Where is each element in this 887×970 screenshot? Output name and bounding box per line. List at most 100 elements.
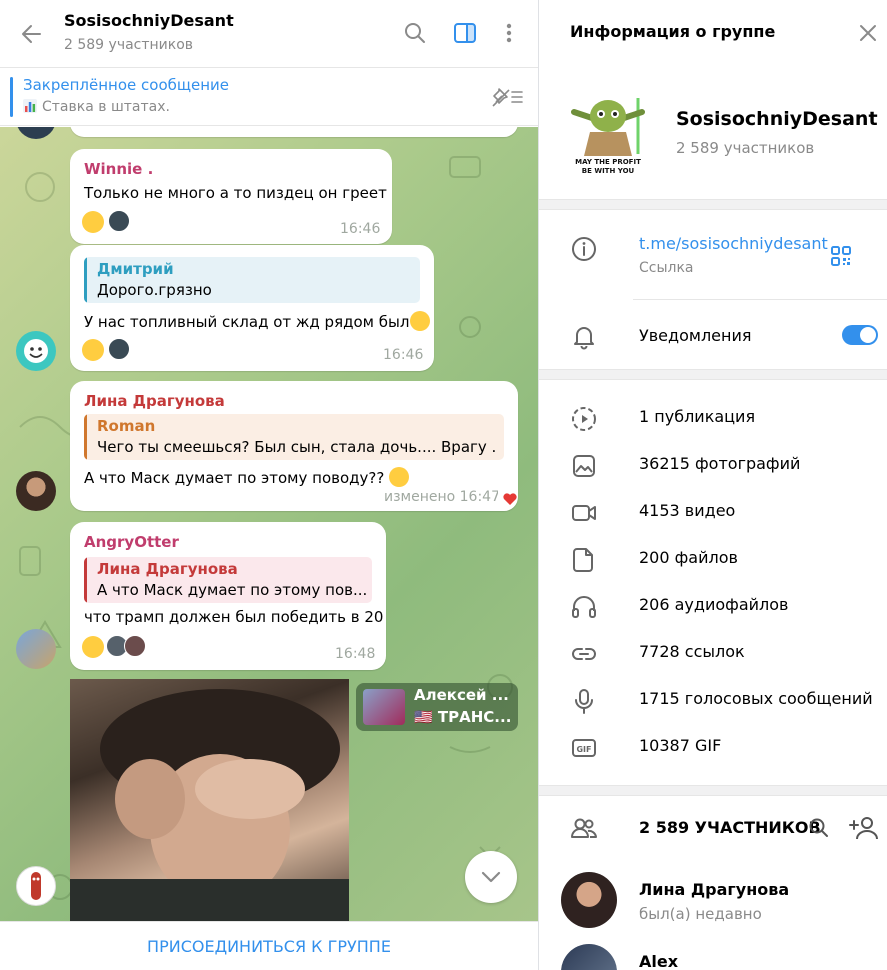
member-name: Лина Драгунова bbox=[639, 880, 790, 899]
avatar-caption-1: MAY THE PROFIT bbox=[575, 158, 641, 166]
photo-image bbox=[70, 689, 349, 921]
message-sender[interactable]: Лина Драгунова bbox=[84, 392, 225, 410]
members-icon bbox=[571, 818, 597, 838]
reaction[interactable] bbox=[82, 634, 152, 660]
smiley-avatar-icon bbox=[24, 339, 48, 363]
add-member-icon[interactable] bbox=[849, 815, 879, 841]
notifications-label: Уведомления bbox=[639, 326, 752, 345]
photo-message[interactable] bbox=[70, 679, 349, 921]
forward-text: 🇺🇸 ТРАНС... bbox=[414, 708, 512, 726]
forwarded-from-card[interactable]: Алексей ... 🇺🇸 ТРАНС... bbox=[356, 683, 518, 731]
reply-text: Чего ты смеешься? Был сын, стала дочь...… bbox=[97, 438, 497, 456]
panel-title: Информация о группе bbox=[570, 22, 776, 41]
member-search-icon[interactable] bbox=[808, 817, 830, 839]
toggle-knob bbox=[860, 327, 876, 343]
sausage-avatar-icon bbox=[31, 872, 41, 900]
message-list[interactable]: Winnie . Только не много а то пиздец он … bbox=[0, 127, 538, 921]
member-item[interactable]: Лина Драгунова был(а) недавно bbox=[539, 872, 887, 936]
pinned-indicator bbox=[10, 77, 13, 117]
reaction[interactable] bbox=[82, 209, 132, 235]
media-label: 4153 видео bbox=[639, 501, 736, 520]
qr-code-icon[interactable] bbox=[829, 244, 853, 268]
link-icon bbox=[572, 648, 596, 660]
group-link[interactable]: t.me/sosisochniydesant bbox=[639, 234, 828, 253]
reaction[interactable] bbox=[82, 337, 132, 363]
message-time: 16:48 bbox=[335, 646, 376, 662]
heart-reaction-icon[interactable] bbox=[502, 491, 518, 507]
reply-text: А что Маск думает по этому пов... bbox=[97, 581, 367, 599]
pinned-text-row: Ставка в штатах. bbox=[23, 99, 170, 115]
media-label: 1 публикация bbox=[639, 407, 756, 426]
stories-icon bbox=[572, 407, 596, 431]
scroll-down-button[interactable] bbox=[465, 851, 517, 903]
group-member-count: 2 589 участников bbox=[676, 139, 815, 157]
message-bubble[interactable] bbox=[70, 127, 518, 137]
member-avatar bbox=[561, 944, 617, 970]
user-avatar[interactable] bbox=[16, 629, 56, 669]
message-bubble[interactable]: AngryOtter Лина Драгунова А что Маск дум… bbox=[70, 522, 386, 670]
reply-preview[interactable]: Roman Чего ты смеешься? Был сын, стала д… bbox=[84, 414, 504, 460]
more-vertical-icon[interactable] bbox=[496, 20, 522, 46]
pin-list-icon[interactable] bbox=[490, 84, 524, 110]
grinning-emoji-icon bbox=[82, 339, 104, 361]
message-sender[interactable]: Winnie . bbox=[84, 160, 153, 178]
message-sender[interactable]: AngryOtter bbox=[84, 533, 179, 551]
reply-author: Roman bbox=[97, 417, 156, 435]
media-row-stories[interactable]: 1 публикация bbox=[539, 395, 887, 442]
media-row-videos[interactable]: 4153 видео bbox=[539, 489, 887, 536]
gif-icon: GIF bbox=[572, 739, 596, 757]
section-divider bbox=[539, 199, 887, 210]
sweat-smile-emoji-icon bbox=[389, 467, 410, 487]
media-row-audio[interactable]: 206 аудиофайлов bbox=[539, 583, 887, 630]
media-row-voice[interactable]: 1715 голосовых сообщений bbox=[539, 677, 887, 724]
message-bubble[interactable]: Дмитрий Дорого.грязно У нас топливный ск… bbox=[70, 245, 434, 371]
video-icon bbox=[572, 505, 596, 521]
message-bubble[interactable]: Winnie . Только не много а то пиздец он … bbox=[70, 149, 392, 244]
chat-header: SosisochniyDesant 2 589 участников bbox=[0, 0, 538, 68]
group-avatar[interactable]: MAY THE PROFIT BE WITH YOU bbox=[570, 86, 646, 178]
back-arrow-icon[interactable] bbox=[18, 20, 46, 48]
chevron-down-icon bbox=[481, 871, 501, 883]
sidebar-toggle-icon[interactable] bbox=[452, 20, 478, 46]
reactor-avatar bbox=[124, 635, 146, 657]
row-divider bbox=[633, 299, 887, 300]
media-label: 7728 ссылок bbox=[639, 642, 745, 661]
message-time: 16:46 bbox=[383, 347, 424, 363]
search-icon[interactable] bbox=[402, 20, 428, 46]
message-text-content: А что Маск думает по этому поводу?? bbox=[84, 469, 385, 487]
message-text: что трамп должен был победить в 20 bbox=[84, 608, 384, 626]
media-label: 200 файлов bbox=[639, 548, 738, 567]
message-time: 16:46 bbox=[340, 221, 381, 237]
forward-thumbnail bbox=[363, 689, 405, 725]
close-icon[interactable] bbox=[857, 22, 879, 44]
media-row-files[interactable]: 200 файлов bbox=[539, 536, 887, 583]
member-name: Alex bbox=[639, 952, 679, 970]
media-row-links[interactable]: 7728 ссылок bbox=[539, 630, 887, 677]
photo-icon bbox=[573, 455, 595, 477]
reply-bar bbox=[84, 257, 87, 303]
message-bubble[interactable]: Лина Драгунова Roman Чего ты смеешься? Б… bbox=[70, 381, 518, 511]
chat-title[interactable]: SosisochniyDesant bbox=[64, 11, 234, 30]
chat-member-count: 2 589 участников bbox=[64, 37, 194, 53]
message-text: У нас топливный склад от жд рядом был bbox=[84, 311, 431, 331]
notifications-toggle[interactable] bbox=[842, 325, 878, 345]
user-avatar[interactable] bbox=[16, 471, 56, 511]
reply-preview[interactable]: Дмитрий Дорого.грязно bbox=[84, 257, 420, 303]
section-divider bbox=[539, 785, 887, 796]
pinned-text: Ставка в штатах. bbox=[42, 99, 170, 115]
reactor-avatar bbox=[108, 338, 130, 360]
group-name: SosisochniyDesant bbox=[676, 108, 878, 130]
media-row-photos[interactable]: 36215 фотографий bbox=[539, 442, 887, 489]
join-group-button[interactable]: ПРИСОЕДИНИТЬСЯ К ГРУППЕ bbox=[0, 922, 538, 970]
members-header: 2 589 УЧАСТНИКОВ bbox=[639, 818, 821, 837]
media-label: 10387 GIF bbox=[639, 736, 722, 755]
member-item[interactable]: Alex bbox=[539, 944, 887, 970]
reply-author: Лина Драгунова bbox=[97, 560, 238, 578]
member-status: был(а) недавно bbox=[639, 905, 762, 923]
reply-preview[interactable]: Лина Драгунова А что Маск думает по этом… bbox=[84, 557, 372, 603]
svg-text:GIF: GIF bbox=[576, 745, 591, 754]
grinning-emoji-icon bbox=[82, 211, 104, 233]
pinned-message[interactable]: Закреплённое сообщение Ставка в штатах. bbox=[0, 68, 538, 126]
laughing-emoji-icon bbox=[410, 311, 431, 331]
media-row-gif[interactable]: GIF 10387 GIF bbox=[539, 724, 887, 771]
